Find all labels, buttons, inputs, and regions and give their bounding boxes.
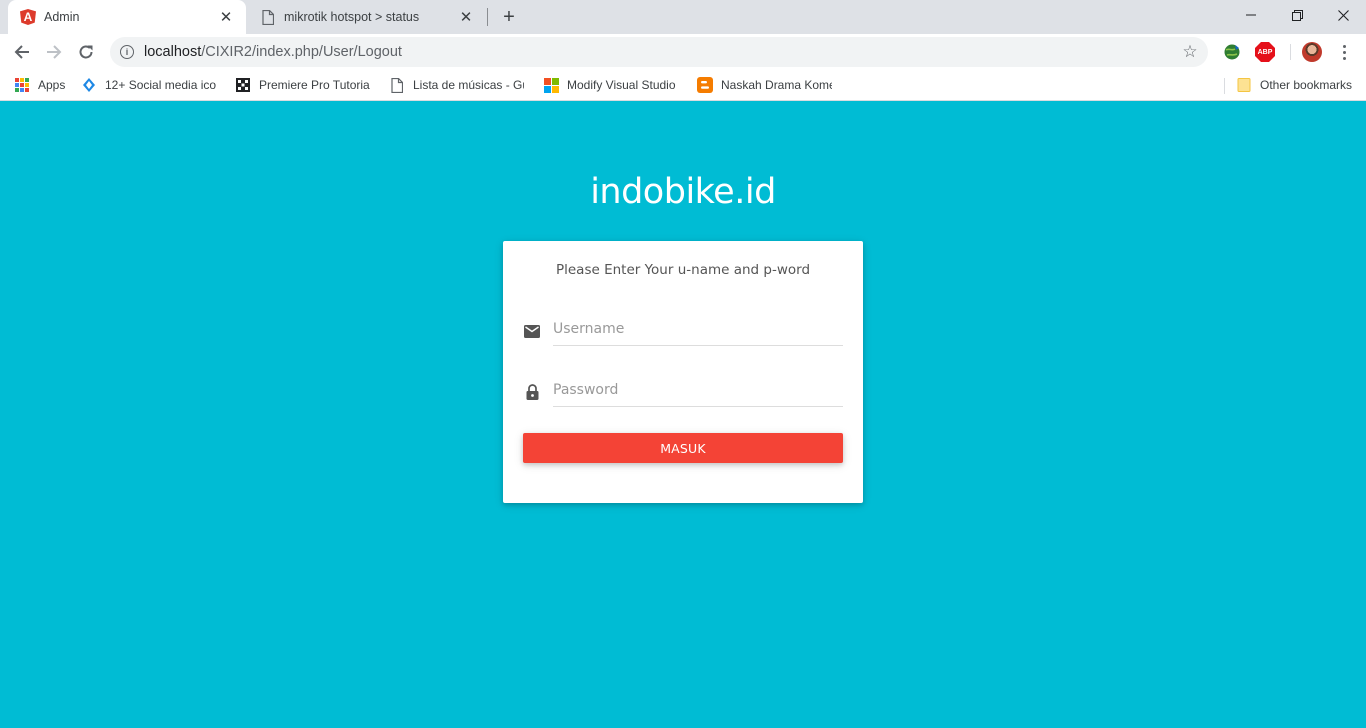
adblock-plus-icon[interactable]: ABP: [1255, 42, 1275, 62]
bookmarks-separator: [1224, 78, 1225, 94]
back-button[interactable]: [8, 38, 36, 66]
restore-window-button[interactable]: [1274, 0, 1320, 30]
close-tab-icon[interactable]: ✕: [218, 8, 234, 26]
tab-title: Admin: [44, 10, 80, 24]
bookmark-label: 12+ Social media icon: [105, 78, 216, 92]
blogger-icon: [697, 77, 713, 93]
bookmark-star-icon[interactable]: ☆: [1180, 42, 1200, 62]
bookmark-apps[interactable]: Apps: [14, 75, 70, 95]
tab-admin[interactable]: A Admin ✕: [8, 0, 246, 34]
document-icon: [260, 9, 276, 25]
forward-button[interactable]: [40, 38, 68, 66]
bookmark-label: Apps: [38, 78, 66, 92]
password-row: [523, 374, 843, 414]
reload-button[interactable]: [72, 38, 100, 66]
page-content: indobike.id Please Enter Your u-name and…: [0, 101, 1366, 728]
folder-icon: [1236, 77, 1252, 93]
bookmark-social-media-icons[interactable]: 12+ Social media icon: [81, 75, 216, 95]
minimize-window-button[interactable]: [1228, 0, 1274, 30]
url-path: /CIXIR2/index.php/User/Logout: [201, 44, 402, 60]
site-brand-title: indobike.id: [590, 172, 776, 212]
document-icon: [389, 77, 405, 93]
mail-icon: [523, 322, 541, 340]
browser-toolbar: i localhost/CIXIR2/index.php/User/Logout…: [0, 34, 1366, 70]
login-card: Please Enter Your u-name and p-word MASU…: [503, 241, 863, 503]
microsoft-icon: [543, 77, 559, 93]
arrow-left-icon: [14, 45, 29, 59]
lock-icon: [523, 383, 541, 401]
tab-title: mikrotik hotspot > status: [284, 10, 420, 24]
tab-separator: [487, 8, 488, 26]
bookmark-other-bookmarks[interactable]: Other bookmarks: [1236, 75, 1358, 95]
reload-icon: [79, 45, 93, 59]
url-text[interactable]: localhost/CIXIR2/index.php/User/Logout: [144, 44, 402, 60]
arrow-right-icon: [47, 45, 62, 59]
close-window-button[interactable]: [1320, 0, 1366, 30]
angular-icon: A: [20, 9, 36, 25]
bookmark-modify-visual-studio[interactable]: Modify Visual Studio: [543, 75, 678, 95]
bookmark-label: Other bookmarks: [1260, 78, 1353, 92]
film-icon: [235, 77, 251, 93]
address-bar[interactable]: i localhost/CIXIR2/index.php/User/Logout…: [110, 37, 1208, 67]
new-tab-button[interactable]: +: [499, 6, 519, 28]
sync-icon: [81, 77, 97, 93]
apps-grid-icon: [14, 77, 30, 93]
login-message: Please Enter Your u-name and p-word: [555, 262, 811, 278]
site-info-icon[interactable]: i: [120, 45, 134, 59]
bookmarks-bar: Apps 12+ Social media icon Premiere Pro …: [0, 70, 1366, 101]
login-submit-button[interactable]: MASUK: [523, 433, 843, 463]
tab-strip: A Admin ✕ mikrotik hotspot > status ✕ +: [0, 0, 1366, 34]
url-host: localhost: [144, 44, 202, 60]
profile-avatar[interactable]: [1302, 42, 1322, 62]
bookmark-label: Premiere Pro Tutorial: [259, 78, 370, 92]
bookmark-naskah-drama[interactable]: Naskah Drama Kome: [697, 75, 832, 95]
browser-menu-icon[interactable]: [1334, 42, 1354, 62]
username-input[interactable]: [553, 313, 843, 346]
bookmark-label: Lista de músicas - Gu: [413, 78, 524, 92]
bookmark-lista-de-musicas[interactable]: Lista de músicas - Gu: [389, 75, 524, 95]
toolbar-separator: [1290, 44, 1291, 60]
username-row: [523, 313, 843, 353]
globe-extension-icon[interactable]: [1222, 42, 1242, 62]
tab-mikrotik-status[interactable]: mikrotik hotspot > status ✕: [248, 0, 486, 34]
bookmark-label: Naskah Drama Kome: [721, 78, 832, 92]
bookmark-premiere-pro[interactable]: Premiere Pro Tutorial: [235, 75, 370, 95]
password-input[interactable]: [553, 374, 843, 407]
close-tab-icon[interactable]: ✕: [458, 8, 474, 26]
bookmark-label: Modify Visual Studio: [567, 78, 676, 92]
